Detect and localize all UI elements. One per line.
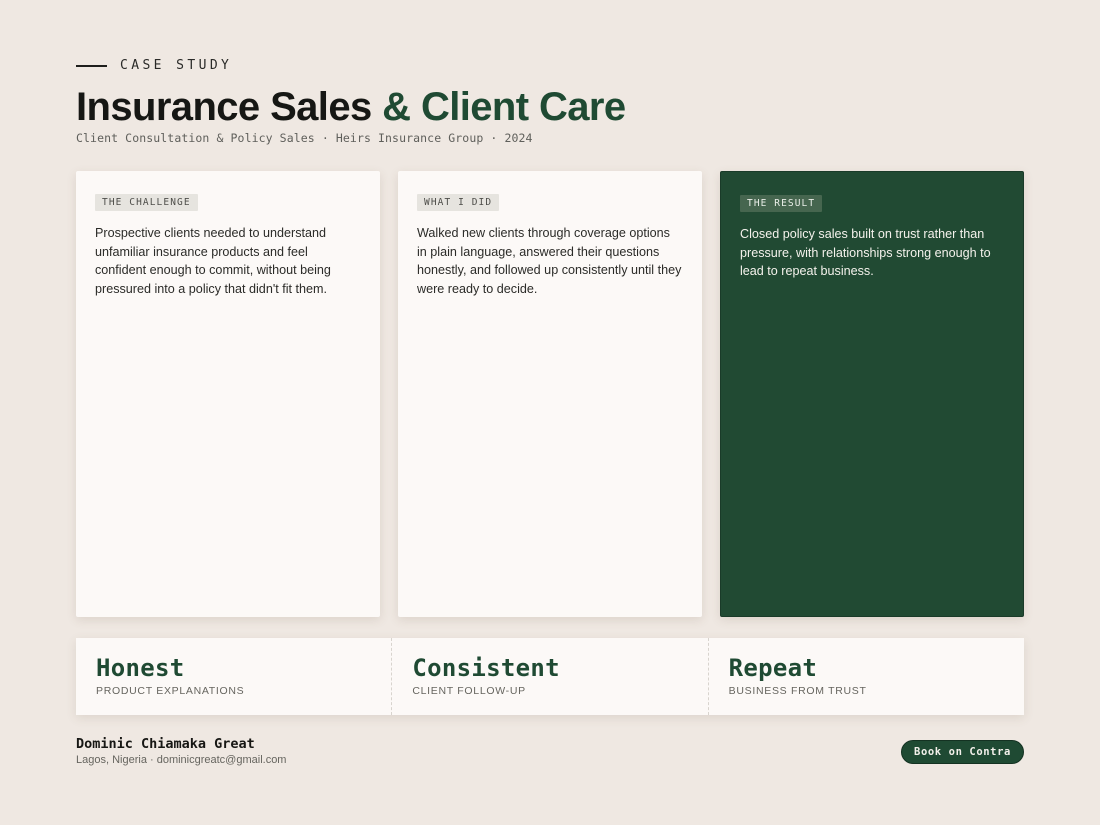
- stat-value: Repeat: [728, 654, 818, 682]
- eyebrow-rule: [76, 64, 107, 67]
- stat-label: PRODUCT EXPLANATIONS: [96, 685, 245, 697]
- author-contact: Lagos, Nigeria · dominicgreatc@gmail.com: [76, 754, 287, 766]
- stat-repeat: Repeat BUSINESS FROM TRUST: [709, 638, 1024, 715]
- stat-label: BUSINESS FROM TRUST: [728, 685, 867, 697]
- challenge-text: Prospective clients needed to understand…: [95, 226, 331, 296]
- eyebrow: CASE STUDY: [76, 58, 232, 73]
- stat-value: Honest: [96, 654, 185, 682]
- author-name: Dominic Chiamaka Great: [76, 736, 255, 752]
- book-on-contra-button[interactable]: Book on Contra: [901, 740, 1024, 764]
- approach-card: WHAT I DID Walked new clients through co…: [398, 171, 702, 617]
- result-tag: THE RESULT: [740, 195, 823, 212]
- eyebrow-label: CASE STUDY: [120, 58, 233, 73]
- approach-text: Walked new clients through coverage opti…: [417, 226, 682, 296]
- stat-consistent: Consistent CLIENT FOLLOW-UP: [392, 638, 709, 715]
- stats-bar: Honest PRODUCT EXPLANATIONS Consistent C…: [76, 638, 1024, 715]
- page-title: Insurance Sales & Client Care: [76, 84, 626, 130]
- challenge-card: THE CHALLENGE Prospective clients needed…: [76, 171, 380, 617]
- approach-tag: WHAT I DID: [417, 194, 500, 211]
- page-title-accent: & Client Care: [382, 85, 626, 129]
- stat-value: Consistent: [412, 654, 560, 682]
- page-title-main: Insurance Sales: [76, 85, 372, 129]
- stat-honest: Honest PRODUCT EXPLANATIONS: [76, 638, 393, 715]
- stat-label: CLIENT FOLLOW-UP: [412, 685, 526, 697]
- result-text: Closed policy sales built on trust rathe…: [740, 227, 991, 279]
- page-subtitle: Client Consultation & Policy Sales · Hei…: [76, 131, 533, 145]
- result-card: THE RESULT Closed policy sales built on …: [720, 171, 1024, 617]
- challenge-tag: THE CHALLENGE: [95, 194, 198, 211]
